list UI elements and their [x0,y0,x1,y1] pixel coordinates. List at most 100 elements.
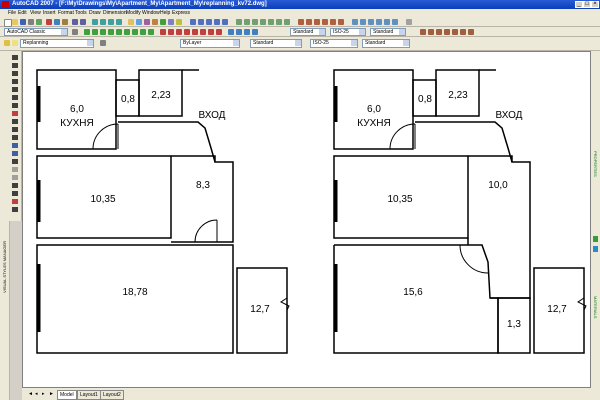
floor-plans[interactable]: 6,0 КУХНЯ 0,8 2,23 ВХОД 10,35 8,3 18,78 … [23,52,590,387]
background-icon[interactable] [376,19,382,25]
calculator-icon[interactable] [168,19,174,25]
mirror-icon[interactable] [176,29,182,35]
menu-draw[interactable]: Draw [89,9,101,17]
make-block-tool-icon[interactable] [12,151,18,156]
menu-format[interactable]: Format [58,9,74,17]
menu-insert[interactable]: Insert [43,9,56,17]
zoom-realtime-icon[interactable] [100,19,106,25]
menu-window[interactable]: Window [142,9,160,17]
cut-icon[interactable] [46,19,52,25]
view-front-icon[interactable] [206,19,212,25]
table-tool-icon[interactable] [12,191,18,196]
workspace-settings-icon[interactable] [72,29,78,35]
plot-style-combo[interactable]: Standard [362,39,410,48]
arc-tool-icon[interactable] [12,95,18,100]
dim-linear-icon[interactable] [228,29,234,35]
flag-icon[interactable] [406,19,412,25]
offset-icon[interactable] [184,29,190,35]
circle-tool-icon[interactable] [12,103,18,108]
minimize-button[interactable]: _ [575,1,583,8]
layer-bulb-icon[interactable] [12,40,18,46]
color-combo[interactable]: ByLayer [180,39,240,48]
rotate-icon[interactable] [208,29,214,35]
menu-tools[interactable]: Tools [75,9,87,17]
point-tool-icon[interactable] [12,159,18,164]
move-icon[interactable] [200,29,206,35]
save-icon[interactable] [20,19,26,25]
ucs-origin-icon[interactable] [252,19,258,25]
mtext-icon[interactable] [468,29,474,35]
text-tool-icon[interactable] [12,207,18,212]
torus-icon[interactable] [338,19,344,25]
workspace-combo[interactable]: AutoCAD Classic [4,28,68,36]
view-left-icon[interactable] [214,19,220,25]
zoom-previous-icon[interactable] [116,19,122,25]
help-icon[interactable] [176,19,182,25]
gradient-icon[interactable] [444,29,450,35]
properties-icon[interactable] [128,19,134,25]
sphere-icon[interactable] [314,19,320,25]
palette-tab-green-icon[interactable] [593,236,598,242]
ucs-z-icon[interactable] [284,19,290,25]
materials-icon[interactable] [368,19,374,25]
copy-object-icon[interactable] [168,29,174,35]
3d-orbit-icon[interactable] [190,19,196,25]
ucs-x-icon[interactable] [268,19,274,25]
menu-express[interactable]: Express [172,9,190,17]
fog-icon[interactable] [384,19,390,25]
ellipse-tool-icon[interactable] [12,127,18,132]
last-tab-arrow-icon[interactable]: ► [49,391,55,397]
autocad-app-icon[interactable] [2,1,9,8]
palette-tab-blue-icon[interactable] [593,246,598,252]
view-top-icon[interactable] [198,19,204,25]
hatch-icon[interactable] [436,29,442,35]
new-file-icon[interactable] [4,19,12,27]
dim-aligned-icon[interactable] [236,29,242,35]
print-icon[interactable] [28,19,34,25]
ucs-3point-icon[interactable] [260,19,266,25]
array-icon[interactable] [192,29,198,35]
cone-icon[interactable] [322,19,328,25]
pan-icon[interactable] [92,19,98,25]
menu-dimension[interactable]: Dimension [103,9,127,17]
ucs-y-icon[interactable] [276,19,282,25]
right-palette-strip[interactable]: PROPERTIES MATERIALS [590,51,600,400]
first-tab-arrow-icon[interactable]: ◄ [28,391,34,397]
spline-icon[interactable] [140,29,146,35]
scale-icon[interactable] [216,29,222,35]
cylinder-icon[interactable] [306,19,312,25]
properties-palette-label[interactable]: PROPERTIES [593,151,598,177]
erase-icon[interactable] [160,29,166,35]
block-icon[interactable] [420,29,426,35]
prev-tab-arrow-icon[interactable]: ◂ [35,391,41,397]
construction-line-icon[interactable] [92,29,98,35]
tab-layout2[interactable]: Layout2 [100,390,124,400]
open-folder-icon[interactable] [12,19,18,25]
close-button[interactable]: × [591,1,599,8]
linetype-combo[interactable]: Standard [250,39,302,48]
text-style-combo[interactable]: Standard [290,28,326,36]
region-tool-icon[interactable] [12,183,18,188]
hatch-tool-icon[interactable] [12,167,18,172]
plot-preview-icon[interactable] [36,19,42,25]
landscape-icon[interactable] [392,19,398,25]
visual-styles-manager-label[interactable]: VISUAL STYLES MANAGER [2,241,7,293]
polygon-icon[interactable] [108,29,114,35]
insert-block-icon[interactable] [428,29,434,35]
dim-style-combo[interactable]: ISO-25 [330,28,366,36]
ucs-world-icon[interactable] [244,19,250,25]
tab-layout1[interactable]: Layout1 [77,390,101,400]
lights-icon[interactable] [360,19,366,25]
spline-tool-icon[interactable] [12,119,18,124]
materials-palette-label[interactable]: MATERIALS [593,296,598,318]
line-tool-icon[interactable] [12,55,18,60]
layer-previous-icon[interactable] [100,40,106,46]
rectangle-icon[interactable] [116,29,122,35]
line-icon[interactable] [84,29,90,35]
menu-view[interactable]: View [30,9,41,17]
tool-palettes-icon[interactable] [144,19,150,25]
menu-edit[interactable]: Edit [18,9,27,17]
table-icon[interactable] [460,29,466,35]
ellipse-arc-tool-icon[interactable] [12,135,18,140]
xline-tool-icon[interactable] [12,63,18,68]
